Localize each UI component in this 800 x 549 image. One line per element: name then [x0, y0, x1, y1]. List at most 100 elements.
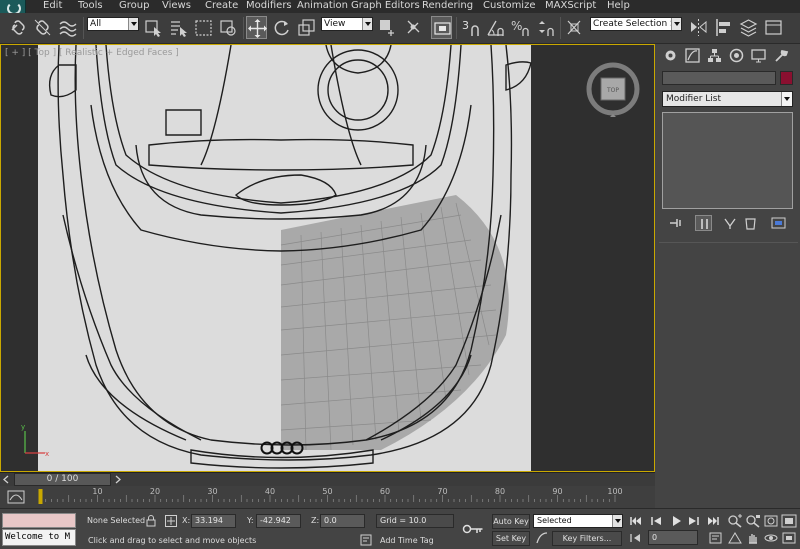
select-object-icon[interactable] [143, 16, 164, 39]
menu-rendering[interactable]: Rendering [422, 0, 473, 13]
main-toolbar: All View 3 % Create Selection Se [0, 13, 800, 44]
menu-edit[interactable]: Edit [43, 0, 62, 13]
object-color-swatch[interactable] [780, 71, 793, 85]
orbit-icon[interactable] [763, 531, 779, 545]
x-coordinate-field[interactable]: 33.194 [191, 514, 236, 528]
modifier-list-dropdown[interactable]: Modifier List [662, 91, 793, 107]
svg-text:y: y [21, 423, 25, 431]
use-pivot-icon[interactable] [377, 16, 398, 39]
motion-tab-icon[interactable] [728, 47, 745, 64]
display-tab-icon[interactable] [750, 47, 767, 64]
track-bar[interactable]: 10 20 30 40 50 60 70 80 90 100 [0, 486, 655, 508]
window-crossing-icon[interactable] [218, 16, 239, 39]
menu-maxscript[interactable]: MAXScript [545, 0, 596, 13]
keyboard-shortcut-icon[interactable] [431, 16, 452, 39]
current-frame-field[interactable]: 0 [648, 530, 698, 545]
selection-filter-dropdown[interactable]: All [87, 17, 139, 31]
menu-modifiers[interactable]: Modifiers [246, 0, 292, 13]
zoom-all-icon[interactable] [745, 514, 761, 528]
go-to-end-icon[interactable] [705, 514, 721, 528]
previous-frame-icon[interactable] [648, 514, 664, 528]
auto-key-button[interactable]: Auto Key [492, 514, 530, 529]
status-bar: Welcome to M None Selected X: 33.194 Y: … [0, 508, 800, 549]
time-slider-thumb[interactable]: 0 / 100 [14, 473, 111, 486]
time-slider-next-icon[interactable] [112, 474, 123, 485]
configure-modifier-sets-icon[interactable] [770, 215, 787, 231]
create-tab-icon[interactable] [662, 47, 679, 64]
select-manipulate-icon[interactable] [403, 16, 424, 39]
pin-stack-icon[interactable] [667, 215, 684, 231]
layer-manager-icon[interactable] [738, 16, 759, 39]
bind-space-warp-icon[interactable] [57, 16, 78, 39]
show-end-result-icon[interactable] [695, 215, 712, 231]
rectangular-selection-icon[interactable] [193, 16, 214, 39]
modify-tab-icon[interactable] [684, 47, 701, 64]
utilities-tab-icon[interactable] [773, 47, 790, 64]
spinner-snap-icon[interactable] [535, 16, 556, 39]
pan-view-icon[interactable] [745, 531, 761, 545]
time-tag-icon[interactable] [359, 533, 373, 547]
remove-modifier-icon[interactable] [742, 215, 759, 231]
menu-create[interactable]: Create [205, 0, 238, 13]
y-coordinate-field[interactable]: -42.942 [256, 514, 301, 528]
add-time-tag[interactable]: Add Time Tag [380, 536, 434, 545]
viewport-label[interactable]: [ + ] [ Top ] [ Realistic + Edged Faces … [5, 48, 179, 58]
hierarchy-tab-icon[interactable] [706, 47, 723, 64]
time-slider-prev-icon[interactable] [1, 474, 12, 485]
object-name-field[interactable] [662, 71, 776, 85]
application-button[interactable] [0, 0, 26, 15]
zoom-icon[interactable] [727, 514, 743, 528]
menu-graph-editors[interactable]: Graph Editors [351, 0, 420, 13]
edit-named-selection-icon[interactable] [564, 16, 585, 39]
viewcube[interactable]: TOP [586, 62, 640, 117]
set-key-mode-icon[interactable] [462, 522, 484, 536]
default-tangent-icon[interactable] [535, 531, 549, 545]
maxscript-listener-output[interactable]: Welcome to M [2, 529, 76, 546]
modifier-stack[interactable] [662, 112, 793, 209]
link-icon[interactable] [8, 16, 29, 39]
maxscript-listener-input[interactable] [2, 513, 76, 528]
menu-tools[interactable]: Tools [78, 0, 103, 13]
zoom-extents-all-icon[interactable] [781, 514, 797, 528]
key-filters-button[interactable]: Key Filters... [552, 531, 622, 546]
key-mode-dropdown[interactable]: Selected [533, 514, 623, 528]
time-configuration-icon[interactable] [708, 531, 724, 545]
go-to-start-icon[interactable] [628, 514, 644, 528]
time-slider[interactable]: 0 / 100 [0, 472, 655, 486]
current-frame-marker[interactable] [38, 489, 43, 504]
menu-bar: Edit Tools Group Views Create Modifiers … [0, 0, 800, 15]
select-move-icon[interactable] [246, 16, 267, 39]
menu-help[interactable]: Help [607, 0, 630, 13]
reference-coordinate-dropdown[interactable]: View [321, 17, 373, 31]
align-icon[interactable] [713, 16, 734, 39]
track-tick-label: 10 [92, 487, 102, 496]
svg-text:3: 3 [462, 19, 469, 32]
set-key-button[interactable]: Set Key [492, 531, 530, 546]
zoom-extents-icon[interactable] [763, 514, 779, 528]
viewport-top[interactable]: [ + ] [ Top ] [ Realistic + Edged Faces … [0, 44, 655, 472]
select-by-name-icon[interactable] [168, 16, 189, 39]
maximize-viewport-icon[interactable] [781, 531, 797, 545]
menu-group[interactable]: Group [119, 0, 149, 13]
menu-customize[interactable]: Customize [483, 0, 536, 13]
menu-views[interactable]: Views [162, 0, 191, 13]
named-selection-sets-dropdown[interactable]: Create Selection Se [590, 17, 682, 31]
graphite-ribbon-icon[interactable] [763, 16, 784, 39]
field-of-view-icon[interactable] [727, 531, 743, 545]
absolute-mode-icon[interactable] [164, 514, 178, 528]
next-frame-icon[interactable] [686, 514, 702, 528]
key-mode-toggle-icon[interactable] [628, 531, 644, 545]
selection-lock-icon[interactable] [144, 514, 158, 528]
menu-animation[interactable]: Animation [297, 0, 348, 13]
z-coordinate-field[interactable]: 0.0 [320, 514, 365, 528]
select-rotate-icon[interactable] [271, 16, 292, 39]
percent-snap-icon[interactable]: % [510, 16, 531, 39]
unlink-icon[interactable] [32, 16, 53, 39]
angle-snap-icon[interactable] [485, 16, 506, 39]
snap-toggle-icon[interactable]: 3 [460, 16, 481, 39]
select-scale-icon[interactable] [296, 16, 317, 39]
play-icon[interactable] [668, 514, 684, 528]
make-unique-icon[interactable] [722, 215, 739, 231]
mirror-icon[interactable] [688, 16, 709, 39]
mini-curve-editor-icon[interactable] [6, 489, 26, 505]
